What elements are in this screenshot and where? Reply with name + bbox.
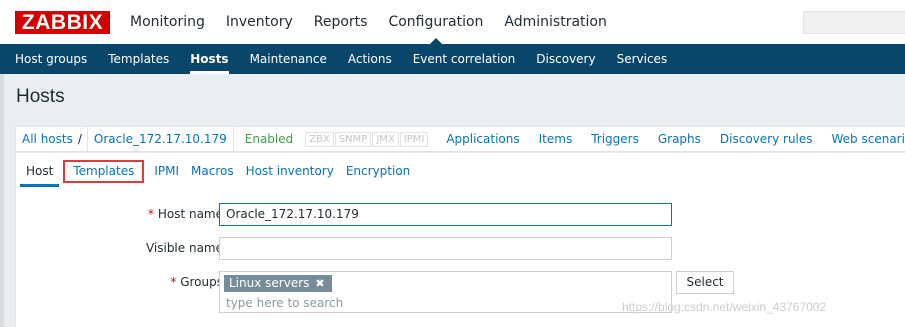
zabbix-logo[interactable]: ZABBIX xyxy=(15,11,110,34)
link-applications[interactable]: Applications xyxy=(446,132,519,146)
menu-reports[interactable]: Reports xyxy=(314,0,368,44)
left-edge-strip xyxy=(0,74,4,327)
visible-name-input[interactable] xyxy=(219,237,672,260)
groups-search-input[interactable]: type here to search xyxy=(226,296,343,310)
host-name-input[interactable]: Oracle_172.17.10.179 xyxy=(219,203,672,226)
submenu-templates[interactable]: Templates xyxy=(108,45,169,74)
link-triggers[interactable]: Triggers xyxy=(591,132,639,146)
host-name-label: * Host name xyxy=(148,207,223,221)
watermark: https://blog.csdn.net/weixin_43767002 xyxy=(622,300,827,314)
availability-badges: ZBX SNMP JMX IPMI xyxy=(305,131,429,147)
groups-multiselect[interactable]: Linux servers ✖ type here to search xyxy=(219,271,672,313)
tab-macros[interactable]: Macros xyxy=(185,153,240,187)
submenu-hosts[interactable]: Hosts xyxy=(190,45,229,74)
required-mark: * xyxy=(148,207,154,221)
required-mark: * xyxy=(170,275,177,289)
tab-templates[interactable]: Templates xyxy=(63,160,145,183)
menu-inventory[interactable]: Inventory xyxy=(226,0,293,44)
page-title: Hosts xyxy=(16,86,65,107)
submenu-services[interactable]: Services xyxy=(617,45,668,74)
select-button[interactable]: Select xyxy=(676,271,734,294)
menu-monitoring[interactable]: Monitoring xyxy=(130,0,205,44)
submenu-host-groups[interactable]: Host groups xyxy=(15,45,87,74)
breadcrumb-separator: / xyxy=(77,132,82,146)
close-icon[interactable]: ✖ xyxy=(315,277,324,290)
search-input[interactable] xyxy=(803,11,905,34)
submenu-maintenance[interactable]: Maintenance xyxy=(250,45,327,74)
groups-label-text: Groups xyxy=(180,275,223,289)
menu-administration[interactable]: Administration xyxy=(504,0,606,44)
group-chip-linux-servers: Linux servers ✖ xyxy=(224,275,332,292)
submenu-discovery[interactable]: Discovery xyxy=(536,45,595,74)
submenu-actions[interactable]: Actions xyxy=(348,45,392,74)
link-web-scenarios[interactable]: Web scenarios xyxy=(832,132,905,146)
sub-menu: Host groups Templates Hosts Maintenance … xyxy=(0,44,905,74)
badge-zbx: ZBX xyxy=(305,131,334,147)
host-navigation: All hosts / Oracle_172.17.10.179 Enabled… xyxy=(15,126,905,152)
visible-name-label: Visible name xyxy=(145,241,223,255)
main-menu: Monitoring Inventory Reports Configurati… xyxy=(130,0,628,44)
menu-configuration[interactable]: Configuration xyxy=(388,0,483,44)
badge-snmp: SNMP xyxy=(334,131,372,147)
link-items[interactable]: Items xyxy=(539,132,573,146)
link-discovery-rules[interactable]: Discovery rules xyxy=(720,132,813,146)
tab-encryption[interactable]: Encryption xyxy=(340,153,416,187)
tab-ipmi[interactable]: IPMI xyxy=(148,153,185,187)
badge-ipmi: IPMI xyxy=(399,131,429,147)
tab-host-inventory[interactable]: Host inventory xyxy=(240,153,340,187)
submenu-event-correlation[interactable]: Event correlation xyxy=(413,45,516,74)
link-graphs[interactable]: Graphs xyxy=(658,132,701,146)
host-name-label-text: Host name xyxy=(157,207,223,221)
breadcrumb-all-hosts[interactable]: All hosts xyxy=(22,132,73,146)
status-enabled: Enabled xyxy=(244,132,294,146)
form-tabs: Host Templates IPMI Macros Host inventor… xyxy=(16,153,905,187)
groups-label: * Groups xyxy=(170,275,223,289)
tab-host[interactable]: Host xyxy=(20,153,60,187)
badge-jmx: JMX xyxy=(372,131,399,147)
breadcrumb-host[interactable]: Oracle_172.17.10.179 xyxy=(86,127,234,151)
group-chip-label: Linux servers xyxy=(229,276,310,290)
top-bar: ZABBIX Monitoring Inventory Reports Conf… xyxy=(0,0,905,44)
